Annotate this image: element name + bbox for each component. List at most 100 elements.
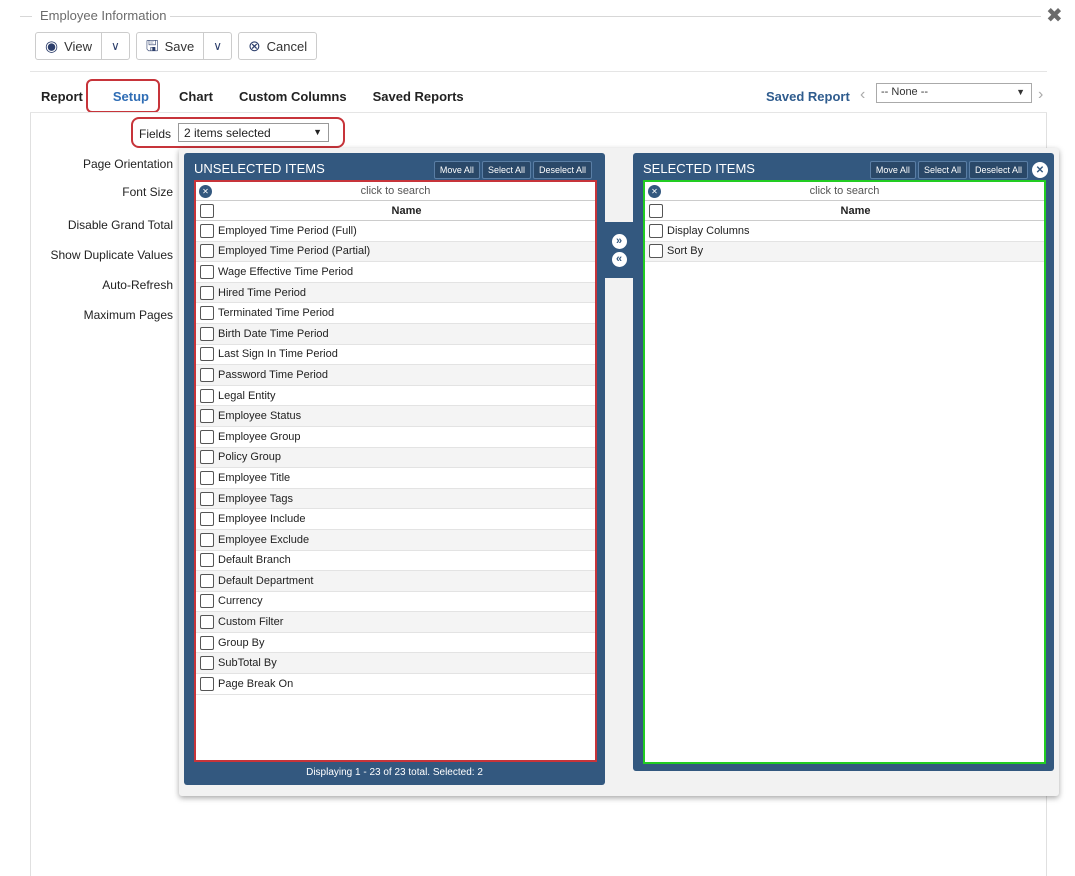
list-item[interactable]: Terminated Time Period (196, 303, 595, 324)
list-item[interactable]: Default Department (196, 571, 595, 592)
list-item[interactable]: Sort By (645, 241, 1044, 263)
move-left-icon[interactable]: « (611, 251, 627, 267)
item-checkbox[interactable] (200, 450, 214, 465)
tab-custom-columns[interactable]: Custom Columns (227, 84, 359, 110)
item-checkbox[interactable] (200, 244, 214, 259)
item-label: Employee Tags (218, 492, 294, 505)
list-item[interactable]: Default Branch (196, 551, 595, 572)
item-checkbox[interactable] (200, 656, 214, 671)
list-item[interactable]: Policy Group (196, 447, 595, 469)
chevron-right-icon[interactable]: › (1038, 86, 1043, 104)
list-item[interactable]: Employee Tags (196, 488, 595, 510)
item-label: SubTotal By (218, 657, 277, 670)
item-checkbox[interactable] (200, 223, 214, 238)
move-right-icon[interactable]: » (611, 233, 627, 249)
list-item[interactable]: Employee Exclude (196, 529, 595, 551)
maximum-pages-label: Maximum Pages (83, 308, 173, 322)
cancel-button[interactable]: ⊗ Cancel (239, 33, 316, 59)
item-label: Employee Title (218, 471, 291, 484)
item-checkbox[interactable] (200, 347, 214, 362)
list-item[interactable]: Password Time Period (196, 365, 595, 386)
save-label: Save (164, 38, 195, 54)
view-dropdown-button[interactable]: ∨ (101, 33, 129, 59)
chevron-down-icon: ∨ (111, 39, 120, 53)
list-item[interactable]: Employed Time Period (Partial) (196, 241, 595, 263)
item-checkbox[interactable] (200, 306, 214, 321)
item-label: Display Columns (667, 224, 750, 237)
selected-deselect-all-button[interactable]: Deselect All (968, 161, 1028, 179)
cancel-button-group: ⊗ Cancel (238, 32, 318, 60)
selected-search-input[interactable]: click to search (645, 185, 1044, 197)
unselected-list: ✕ click to search Name Employed Time Per… (194, 180, 597, 762)
item-checkbox[interactable] (200, 491, 214, 506)
list-item[interactable]: Last Sign In Time Period (196, 345, 595, 366)
tabs-divider-bottom (30, 112, 1047, 113)
list-item[interactable]: Display Columns (645, 221, 1044, 242)
item-checkbox[interactable] (200, 388, 214, 403)
selected-move-all-button[interactable]: Move All (869, 161, 916, 179)
item-checkbox[interactable] (200, 594, 214, 609)
chevron-left-icon[interactable]: ‹ (860, 86, 865, 104)
list-item[interactable]: Hired Time Period (196, 282, 595, 304)
chevron-down-icon: ∨ (213, 39, 223, 53)
view-button[interactable]: ◉ View (36, 33, 101, 59)
saved-report-select[interactable]: -- None -- ▼ (876, 83, 1032, 103)
close-icon[interactable]: ✕ (1032, 162, 1048, 178)
item-checkbox[interactable] (200, 285, 214, 300)
save-button[interactable]: 🖫 Save (137, 33, 203, 59)
item-label: Employed Time Period (Full) (218, 224, 357, 237)
selected-select-all-checkbox[interactable] (649, 203, 663, 218)
item-checkbox[interactable] (200, 615, 214, 630)
selected-select-all-button[interactable]: Select All (917, 161, 967, 179)
close-icon[interactable]: ✖ (1046, 6, 1063, 26)
save-dropdown-button[interactable]: ∨ (203, 33, 231, 59)
item-label: Terminated Time Period (218, 307, 335, 320)
view-label: View (64, 38, 93, 54)
list-item[interactable]: Custom Filter (196, 612, 595, 633)
list-item[interactable]: Employee Include (196, 509, 595, 530)
item-checkbox[interactable] (200, 429, 214, 444)
list-item[interactable]: Employee Status (196, 406, 595, 427)
list-item[interactable]: SubTotal By (196, 653, 595, 675)
unselected-search-input[interactable]: click to search (196, 185, 595, 197)
setup-tab-highlight (86, 79, 160, 113)
list-item[interactable]: Wage Effective Time Period (196, 262, 595, 283)
item-checkbox[interactable] (200, 553, 214, 568)
list-item[interactable]: Currency (196, 592, 595, 613)
item-checkbox[interactable] (649, 244, 663, 259)
item-checkbox[interactable] (200, 326, 214, 341)
fields-highlight (131, 117, 345, 148)
list-item[interactable]: Employee Group (196, 427, 595, 448)
item-label: Birth Date Time Period (218, 327, 329, 340)
item-checkbox[interactable] (200, 532, 214, 547)
tab-chart[interactable]: Chart (167, 84, 225, 110)
list-item[interactable]: Legal Entity (196, 386, 595, 407)
item-checkbox[interactable] (200, 264, 214, 279)
item-checkbox[interactable] (200, 635, 214, 650)
item-checkbox[interactable] (200, 367, 214, 382)
item-label: Wage Effective Time Period (218, 265, 354, 278)
tab-saved-reports[interactable]: Saved Reports (361, 84, 476, 110)
clear-search-icon[interactable]: ✕ (199, 185, 212, 198)
selected-search-row: ✕ click to search (645, 182, 1044, 201)
unselected-deselect-all-button[interactable]: Deselect All (532, 161, 592, 179)
item-checkbox[interactable] (200, 573, 214, 588)
item-checkbox[interactable] (200, 470, 214, 485)
item-checkbox[interactable] (200, 409, 214, 424)
unselected-select-all-checkbox[interactable] (200, 203, 214, 218)
item-checkbox[interactable] (200, 676, 214, 691)
item-checkbox[interactable] (200, 512, 214, 527)
list-item[interactable]: Birth Date Time Period (196, 323, 595, 345)
item-checkbox[interactable] (649, 223, 663, 238)
list-item[interactable]: Employee Title (196, 468, 595, 489)
font-size-label: Font Size (122, 185, 173, 199)
clear-search-icon[interactable]: ✕ (648, 185, 661, 198)
unselected-select-all-button[interactable]: Select All (481, 161, 531, 179)
unselected-header-buttons: Move All Select All Deselect All (433, 161, 592, 179)
circle-x-icon: ⊗ (248, 37, 261, 55)
item-label: Last Sign In Time Period (218, 348, 338, 361)
unselected-move-all-button[interactable]: Move All (433, 161, 480, 179)
list-item[interactable]: Group By (196, 633, 595, 654)
list-item[interactable]: Employed Time Period (Full) (196, 221, 595, 242)
list-item[interactable]: Page Break On (196, 674, 595, 695)
